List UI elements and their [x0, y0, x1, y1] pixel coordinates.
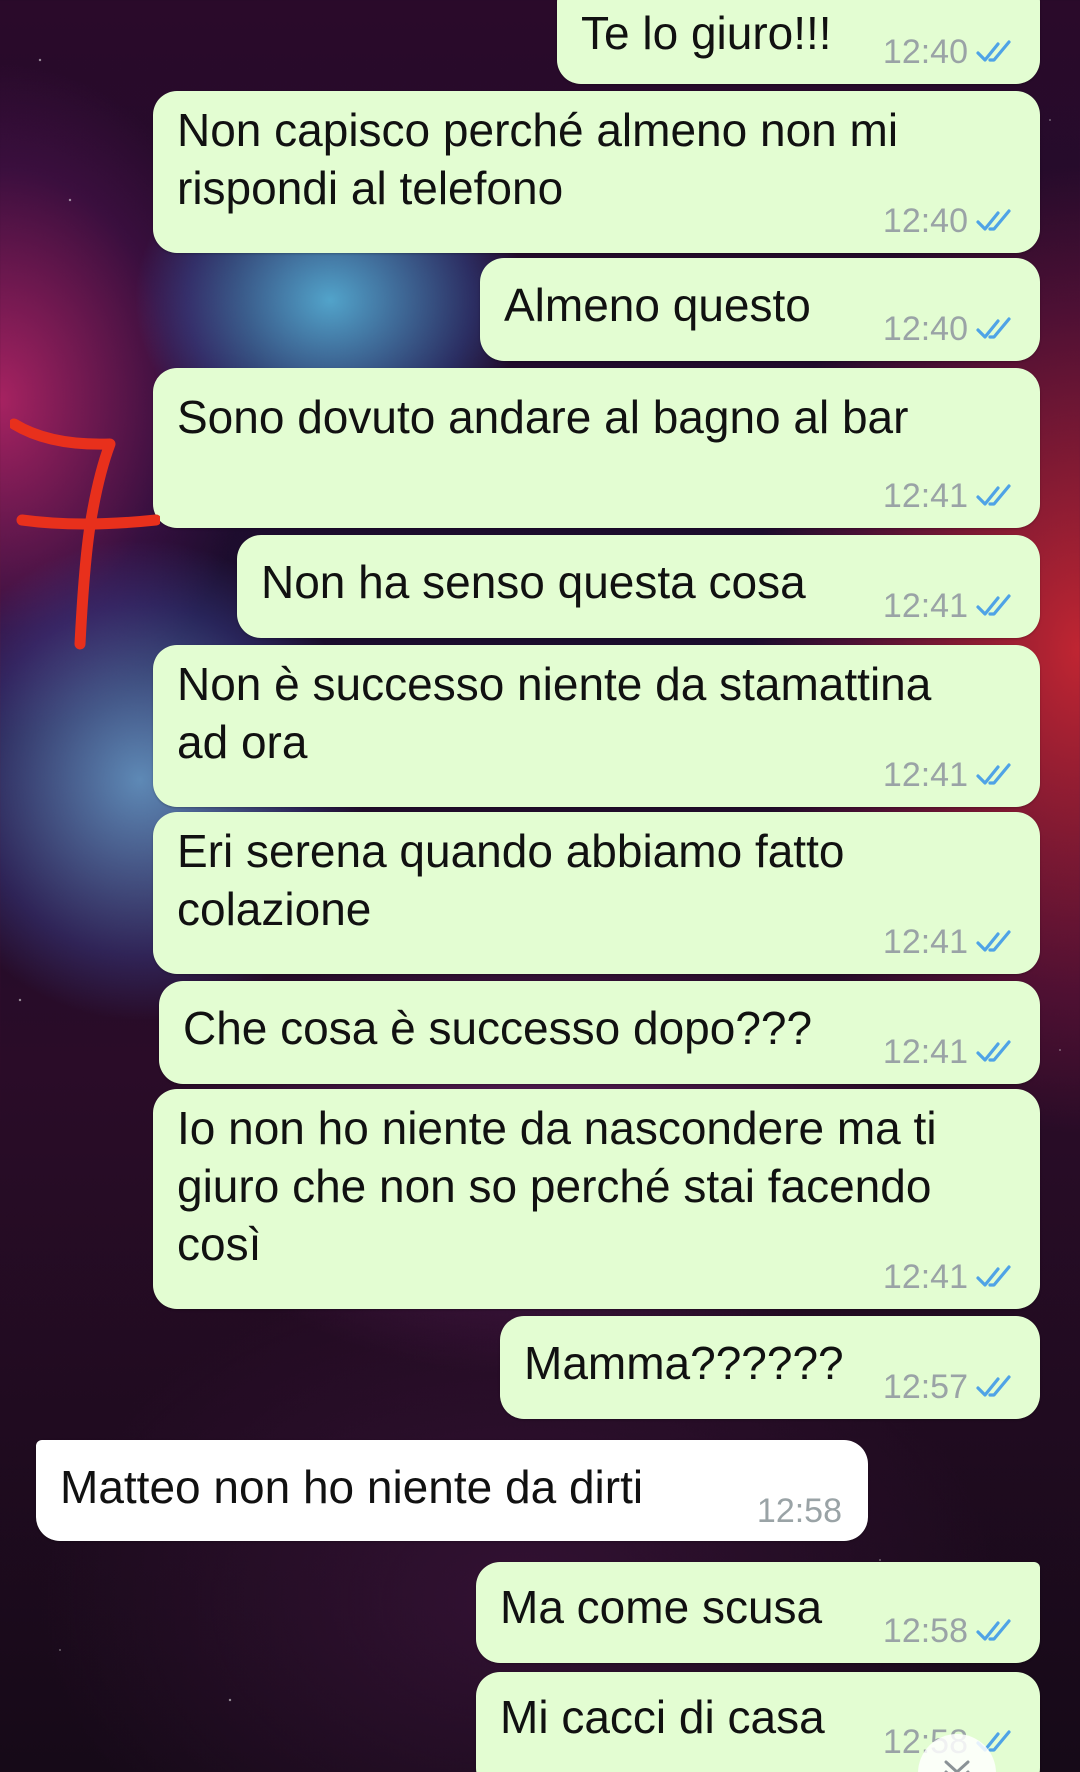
message-meta: 12:58	[757, 1493, 842, 1529]
message-time: 12:41	[882, 756, 968, 794]
annotation-marker	[10, 418, 160, 650]
message-bubble-outgoing[interactable]: Ma come scusa 12:58	[476, 1562, 1040, 1663]
message-time: 12:57	[882, 1368, 968, 1406]
double-check-icon	[976, 930, 1011, 952]
double-check-icon	[976, 1040, 1011, 1062]
double-check-icon	[976, 1265, 1011, 1287]
message-bubble-outgoing[interactable]: Mamma?????? 12:57	[500, 1316, 1040, 1419]
message-time: 12:58	[756, 1492, 842, 1530]
message-time: 12:58	[882, 1612, 968, 1650]
message-meta: 12:58	[883, 1613, 1018, 1649]
double-check-icon	[976, 40, 1011, 62]
message-meta: 12:40	[883, 203, 1018, 239]
message-bubble-outgoing[interactable]: Io non ho niente da nascondere ma ti giu…	[153, 1089, 1040, 1309]
double-check-icon	[976, 1375, 1011, 1397]
message-bubble-outgoing[interactable]: Sono dovuto andare al bagno al bar 12:41	[153, 368, 1040, 528]
message-bubble-outgoing[interactable]: Te lo giuro!!! 12:40	[557, 0, 1040, 84]
message-bubble-outgoing[interactable]: Eri serena quando abbiamo fatto colazion…	[153, 812, 1040, 974]
message-time: 12:41	[882, 477, 968, 515]
chat-message-list[interactable]: Te lo giuro!!! 12:40 Non capisco perché …	[0, 0, 1080, 1772]
message-time: 12:40	[882, 310, 968, 348]
message-meta: 12:41	[883, 757, 1018, 793]
message-time: 12:41	[882, 1258, 968, 1296]
message-time: 12:41	[882, 587, 968, 625]
message-bubble-outgoing[interactable]: Mi cacci di casa 12:58	[476, 1672, 1040, 1772]
message-meta: 12:41	[883, 1034, 1018, 1070]
message-meta: 12:41	[883, 924, 1018, 960]
message-meta: 12:41	[883, 478, 1018, 514]
double-check-icon	[976, 317, 1011, 339]
message-meta: 12:40	[883, 311, 1018, 347]
double-check-icon	[976, 1619, 1011, 1641]
message-time: 12:41	[882, 923, 968, 961]
message-text: Matteo non ho niente da dirti	[60, 1461, 644, 1513]
double-check-icon	[976, 209, 1011, 231]
message-text: Eri serena quando abbiamo fatto colazion…	[177, 825, 845, 935]
message-meta: 12:41	[883, 1259, 1018, 1295]
message-bubble-outgoing[interactable]: Che cosa è successo dopo??? 12:41	[159, 981, 1040, 1084]
chevron-double-down-icon	[944, 1760, 970, 1772]
message-meta: 12:40	[883, 34, 1018, 70]
message-text: Non è successo niente da stamattina ad o…	[177, 658, 932, 768]
double-check-icon	[976, 594, 1011, 616]
message-text: Io non ho niente da nascondere ma ti giu…	[177, 1102, 937, 1270]
message-text: Non capisco perché almeno non mi rispond…	[177, 104, 899, 214]
message-meta: 12:41	[883, 588, 1018, 624]
message-bubble-outgoing[interactable]: Non è successo niente da stamattina ad o…	[153, 645, 1040, 807]
message-text: Sono dovuto andare al bagno al bar	[177, 391, 909, 443]
message-time: 12:40	[882, 33, 968, 71]
message-bubble-outgoing[interactable]: Non ha senso questa cosa 12:41	[237, 535, 1040, 638]
message-bubble-incoming[interactable]: Matteo non ho niente da dirti 12:58	[36, 1440, 868, 1541]
message-bubble-outgoing[interactable]: Almeno questo 12:40	[480, 258, 1040, 361]
double-check-icon	[976, 763, 1011, 785]
double-check-icon	[976, 484, 1011, 506]
message-time: 12:41	[882, 1033, 968, 1071]
message-bubble-outgoing[interactable]: Non capisco perché almeno non mi rispond…	[153, 91, 1040, 253]
message-time: 12:40	[882, 202, 968, 240]
message-meta: 12:57	[883, 1369, 1018, 1405]
